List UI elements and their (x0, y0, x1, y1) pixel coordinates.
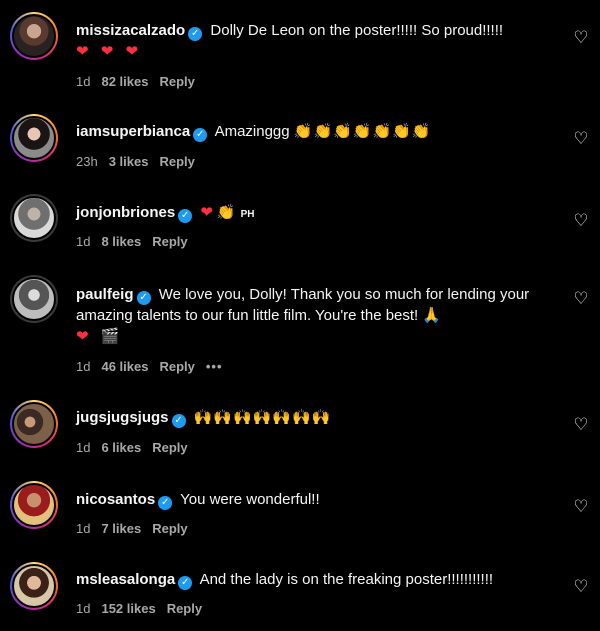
timestamp: 1d (76, 234, 91, 249)
reply-button[interactable]: Reply (152, 440, 187, 455)
username[interactable]: paulfeig (76, 286, 134, 303)
comment-meta: 1d 152 likes Reply (76, 601, 213, 616)
heart-clapper-emoji: ❤ 🎬 (76, 328, 124, 345)
verified-badge-icon: ✓ (171, 414, 186, 428)
timestamp: 1d (76, 74, 91, 89)
reply-button[interactable]: Reply (159, 359, 194, 374)
like-heart-icon[interactable]: ♡ (572, 578, 590, 596)
username[interactable]: missizacalzado (76, 22, 185, 39)
like-heart-icon[interactable]: ♡ (572, 130, 590, 148)
clap-emoji: 👏👏👏👏👏👏👏 (293, 123, 432, 140)
like-heart-icon[interactable]: ♡ (572, 416, 590, 434)
likes-count[interactable]: 46 likes (101, 359, 148, 374)
comment-text: Amazinggg (214, 123, 290, 140)
reply-button[interactable]: Reply (159, 154, 194, 169)
avatar[interactable] (10, 12, 58, 60)
comment-meta: 1d 7 likes Reply (76, 521, 199, 536)
verified-badge-icon: ✓ (178, 576, 193, 590)
username[interactable]: iamsuperbianca (76, 123, 190, 140)
verified-badge-icon: ✓ (178, 209, 193, 223)
comment-meta: 1d 6 likes Reply (76, 440, 199, 455)
likes-count[interactable]: 3 likes (109, 154, 149, 169)
avatar[interactable] (10, 562, 58, 610)
reply-button[interactable]: Reply (167, 601, 202, 616)
likes-count[interactable]: 8 likes (101, 234, 141, 249)
comment-text: You were wonderful!! (180, 491, 320, 508)
avatar[interactable] (10, 481, 58, 529)
timestamp: 1d (76, 601, 91, 616)
heart-emoji: ❤ ❤ ❤ (76, 43, 143, 60)
avatar[interactable] (10, 400, 58, 448)
like-heart-icon[interactable]: ♡ (572, 212, 590, 230)
heart-emoji: ❤ (200, 204, 217, 221)
timestamp: 23h (76, 154, 98, 169)
verified-badge-icon: ✓ (193, 128, 208, 142)
more-options-icon[interactable]: ••• (206, 359, 223, 374)
like-heart-icon[interactable]: ♡ (572, 498, 590, 516)
username[interactable]: nicosantos (76, 491, 155, 508)
comment-meta: 1d 82 likes Reply (76, 74, 206, 89)
comment-list: missizacalzado ✓ Dolly De Leon on the pos… (0, 0, 600, 631)
comment-meta: 1d 46 likes Reply ••• (76, 359, 234, 374)
reply-button[interactable]: Reply (159, 74, 194, 89)
likes-count[interactable]: 152 likes (101, 601, 155, 616)
timestamp: 1d (76, 359, 91, 374)
comment-text: And the lady is on the freaking poster!!… (199, 571, 494, 588)
likes-count[interactable]: 82 likes (101, 74, 148, 89)
comment-meta: 23h 3 likes Reply (76, 154, 206, 169)
ph-flag-emoji: PH (240, 209, 255, 220)
reply-button[interactable]: Reply (152, 234, 187, 249)
avatar[interactable] (10, 114, 58, 162)
likes-count[interactable]: 6 likes (101, 440, 141, 455)
verified-badge-icon: ✓ (136, 291, 151, 305)
timestamp: 1d (76, 521, 91, 536)
comment-meta: 1d 8 likes Reply (76, 234, 199, 249)
timestamp: 1d (76, 440, 91, 455)
like-heart-icon[interactable]: ♡ (572, 290, 590, 308)
username[interactable]: jugsjugsjugs (76, 409, 169, 426)
like-heart-icon[interactable]: ♡ (572, 29, 590, 47)
clap-emoji: 👏 (216, 204, 240, 221)
raised-hands-emoji: 🙌🙌🙌🙌🙌🙌🙌 (193, 409, 332, 426)
avatar[interactable] (10, 275, 58, 323)
likes-count[interactable]: 7 likes (101, 521, 141, 536)
comment-text: Dolly De Leon on the poster!!!!! So prou… (210, 22, 504, 39)
avatar[interactable] (10, 194, 58, 242)
reply-button[interactable]: Reply (152, 521, 187, 536)
verified-badge-icon: ✓ (158, 496, 173, 510)
username[interactable]: jonjonbriones (76, 204, 175, 221)
username[interactable]: msleasalonga (76, 571, 175, 588)
verified-badge-icon: ✓ (188, 27, 203, 41)
